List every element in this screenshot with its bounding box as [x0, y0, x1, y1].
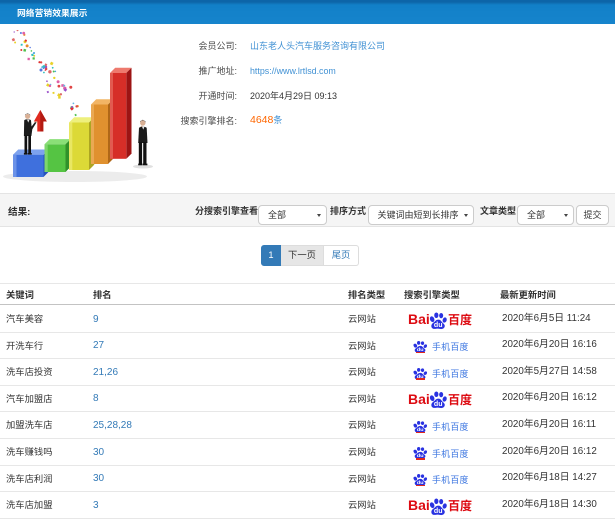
svg-text:du: du: [434, 322, 443, 329]
svg-text:du: du: [434, 508, 443, 515]
svg-text:du: du: [434, 401, 443, 408]
